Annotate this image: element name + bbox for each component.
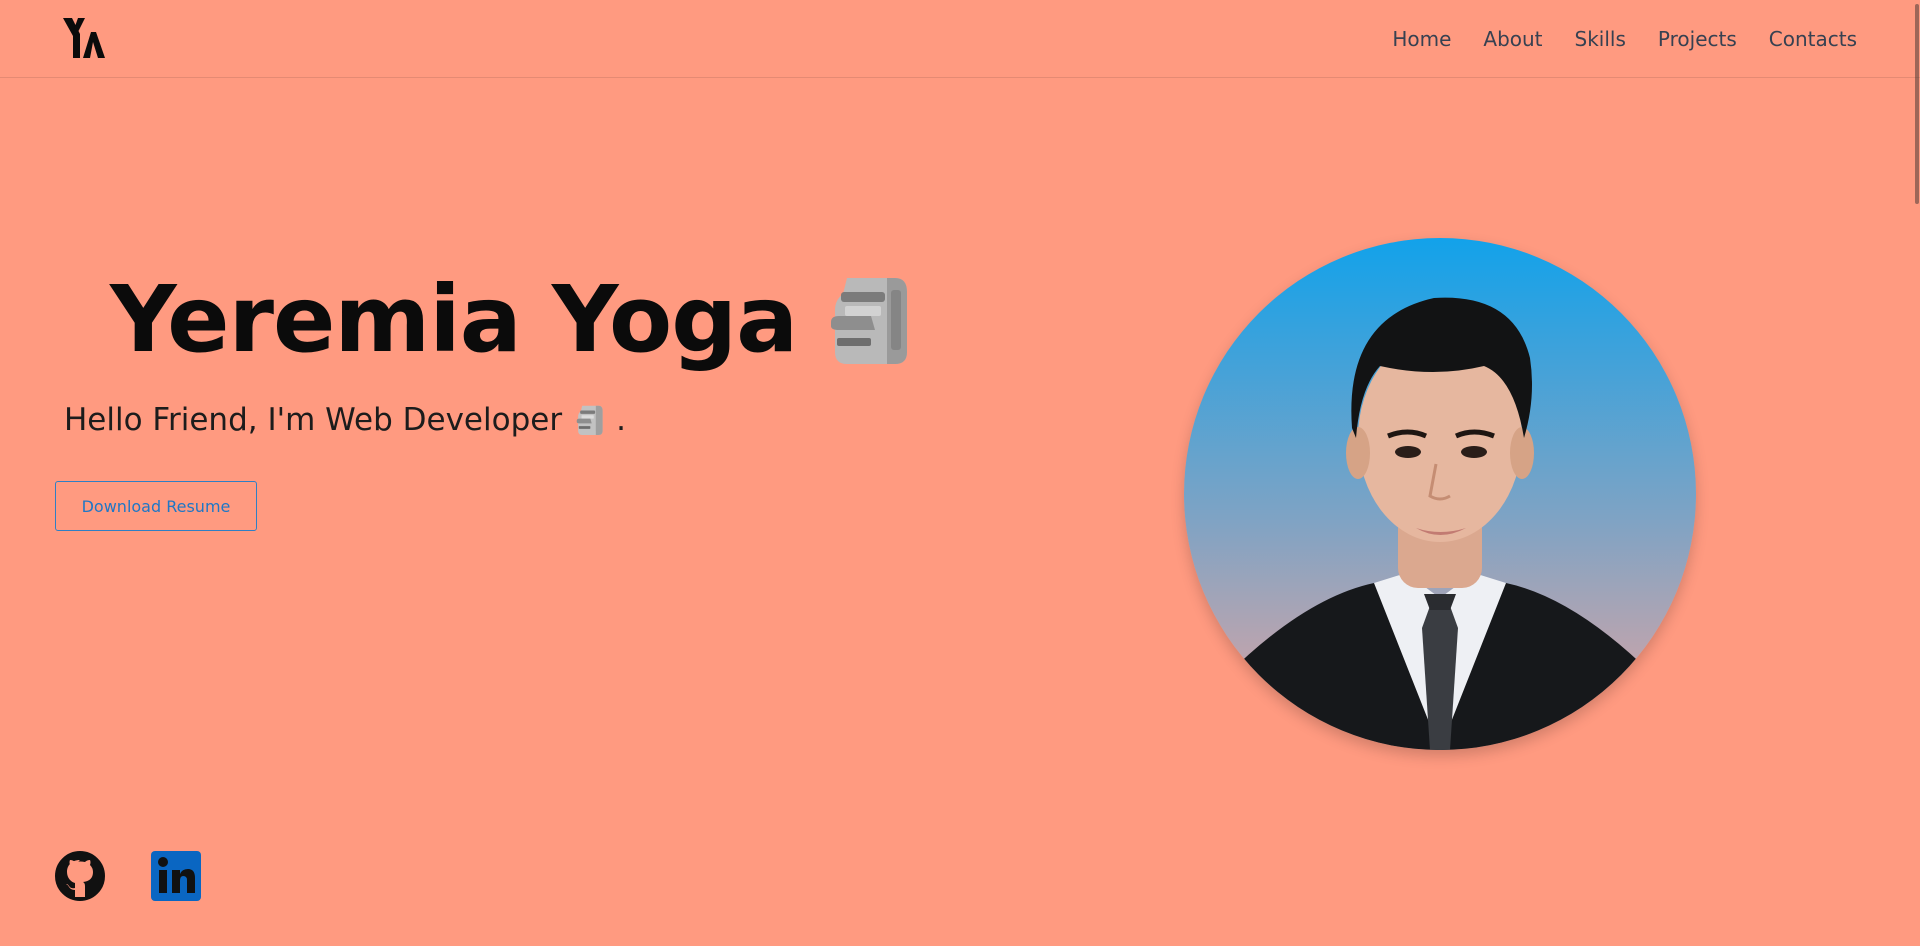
download-resume-button[interactable]: Download Resume bbox=[55, 481, 257, 531]
linkedin-icon bbox=[151, 851, 201, 901]
scrollbar[interactable] bbox=[1914, 0, 1920, 946]
hero-name: Yeremia Yoga bbox=[110, 266, 798, 373]
subtitle-text: Hello Friend, I'm Web Developer bbox=[64, 402, 563, 438]
nav-projects[interactable]: Projects bbox=[1658, 27, 1737, 51]
nav-home[interactable]: Home bbox=[1392, 27, 1451, 51]
nav-about[interactable]: About bbox=[1483, 27, 1542, 51]
hero-heading: Yeremia Yoga bbox=[110, 262, 917, 378]
moai-icon bbox=[831, 278, 908, 364]
linkedin-link[interactable] bbox=[151, 851, 201, 901]
hero-subtitle: Hello Friend, I'm Web Developer . bbox=[64, 398, 626, 442]
profile-photo bbox=[1184, 238, 1696, 750]
nav-contacts[interactable]: Contacts bbox=[1769, 27, 1857, 51]
main-nav: Home About Skills Projects Contacts bbox=[1392, 0, 1857, 77]
site-header: Home About Skills Projects Contacts bbox=[0, 0, 1920, 78]
site-logo[interactable] bbox=[63, 18, 105, 58]
scrollbar-thumb[interactable] bbox=[1915, 4, 1919, 204]
nav-skills[interactable]: Skills bbox=[1575, 27, 1626, 51]
logo-icon bbox=[63, 18, 105, 58]
subtitle-period: . bbox=[616, 402, 626, 438]
page: Home About Skills Projects Contacts Yere… bbox=[0, 0, 1920, 946]
profile-photo-image bbox=[1184, 238, 1696, 750]
moai-icon bbox=[576, 405, 603, 435]
github-icon bbox=[55, 851, 105, 901]
github-link[interactable] bbox=[55, 851, 105, 901]
